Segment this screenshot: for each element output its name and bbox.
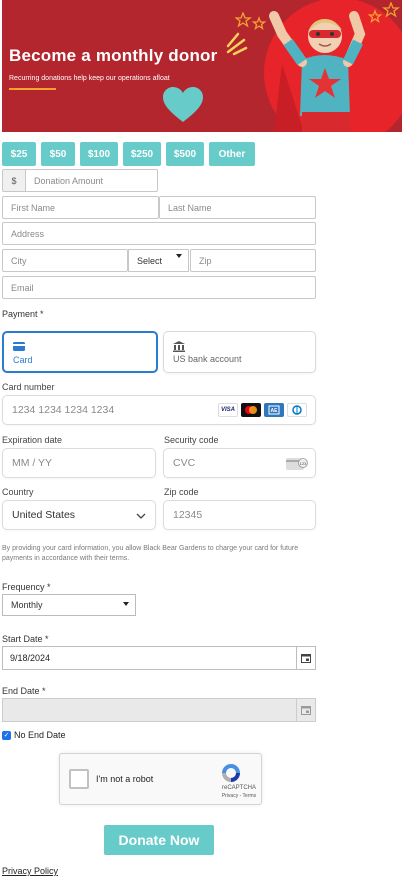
hero-banner: Become a monthly donor Recurring donatio… <box>2 0 402 132</box>
no-end-date-row[interactable]: ✓ No End Date <box>2 730 66 740</box>
no-end-date-label: No End Date <box>14 730 66 740</box>
first-name-input[interactable]: First Name <box>2 196 159 219</box>
start-date-input[interactable]: 9/18/2024 <box>2 646 316 670</box>
chevron-down-icon <box>123 602 129 606</box>
no-end-date-checkbox[interactable]: ✓ <box>2 730 11 740</box>
card-disclaimer: By providing your card information, you … <box>2 545 299 562</box>
tab-bank-label: US bank account <box>173 354 242 364</box>
frequency-select[interactable]: Monthly <box>2 594 136 616</box>
chevron-down-icon <box>176 254 182 258</box>
card-icon <box>13 342 25 351</box>
country-select[interactable]: United States <box>2 500 156 530</box>
bank-icon <box>173 341 185 352</box>
card-number-input[interactable]: 1234 1234 1234 1234 VISA AE <box>2 395 316 425</box>
last-name-input[interactable]: Last Name <box>159 196 316 219</box>
card-brands: VISA AE <box>218 403 307 417</box>
country-label: Country <box>2 487 34 497</box>
heart-icon <box>163 87 203 122</box>
amount-100-button[interactable]: $100 <box>80 142 118 166</box>
tab-us-bank-account[interactable]: US bank account <box>163 331 316 373</box>
zip-code-label: Zip code <box>164 487 199 497</box>
frequency-value: Monthly <box>11 600 43 610</box>
visa-icon: VISA <box>218 403 238 417</box>
recaptcha-label: I'm not a robot <box>96 774 154 784</box>
end-date-label: End Date * <box>2 686 46 696</box>
start-date-label: Start Date * <box>2 634 49 644</box>
currency-prefix: $ <box>2 169 26 192</box>
amount-other-button[interactable]: Other <box>209 142 255 166</box>
calendar-icon <box>301 653 311 663</box>
recaptcha-links[interactable]: Privacy - Terms <box>216 793 262 799</box>
card-number-placeholder: 1234 1234 1234 1234 <box>12 404 115 416</box>
start-date-value: 9/18/2024 <box>10 653 51 663</box>
expiration-label: Expiration date <box>2 435 63 445</box>
calendar-button[interactable] <box>296 647 315 669</box>
state-select[interactable]: Select <box>128 249 189 272</box>
calendar-icon <box>301 705 311 715</box>
chevron-down-icon <box>136 513 146 519</box>
tab-card-label: Card <box>13 355 33 365</box>
cvc-card-icon: 123 <box>286 458 308 470</box>
recaptcha-checkbox[interactable] <box>69 769 89 789</box>
payment-label: Payment * <box>2 309 44 319</box>
recaptcha-logo-icon <box>222 764 240 782</box>
security-code-label: Security code <box>164 435 219 445</box>
svg-text:123: 123 <box>300 461 307 466</box>
mastercard-icon <box>241 403 261 417</box>
child-superhero-image <box>269 11 366 132</box>
email-input[interactable]: Email <box>2 276 316 299</box>
amount-500-button[interactable]: $500 <box>166 142 204 166</box>
country-value: United States <box>12 509 76 521</box>
cvc-placeholder: CVC <box>173 457 196 469</box>
city-input[interactable]: City <box>2 249 128 272</box>
address-input[interactable]: Address <box>2 222 316 245</box>
banner-underline <box>9 88 56 90</box>
expiration-input[interactable]: MM / YY <box>2 448 156 478</box>
amount-options: $25 $50 $100 $250 $500 Other <box>2 142 255 166</box>
zip-input[interactable]: Zip <box>190 249 316 272</box>
card-number-label: Card number <box>2 382 55 392</box>
amex-icon: AE <box>264 403 284 417</box>
amount-50-button[interactable]: $50 <box>41 142 75 166</box>
banner-subtitle: Recurring donations help keep our operat… <box>9 75 170 82</box>
security-code-input[interactable]: CVC 123 <box>163 448 316 478</box>
recaptcha-widget: I'm not a robot reCAPTCHA Privacy - Term… <box>59 753 262 805</box>
banner-title: Become a monthly donor <box>9 46 218 65</box>
amount-250-button[interactable]: $250 <box>123 142 161 166</box>
diners-icon <box>287 403 307 417</box>
recaptcha-brand: reCAPTCHA <box>221 785 256 791</box>
svg-text:AE: AE <box>271 408 279 414</box>
donate-now-button[interactable]: Donate Now <box>104 825 214 855</box>
state-select-value: Select <box>137 255 163 266</box>
tab-card[interactable]: Card <box>2 331 158 373</box>
donation-amount-input[interactable]: Donation Amount <box>25 169 158 192</box>
privacy-policy-link[interactable]: Privacy Policy <box>2 866 58 876</box>
zip-code-input[interactable]: 12345 <box>163 500 316 530</box>
calendar-button-disabled <box>296 699 315 721</box>
end-date-input <box>2 698 316 722</box>
frequency-label: Frequency * <box>2 582 51 592</box>
amount-25-button[interactable]: $25 <box>2 142 36 166</box>
